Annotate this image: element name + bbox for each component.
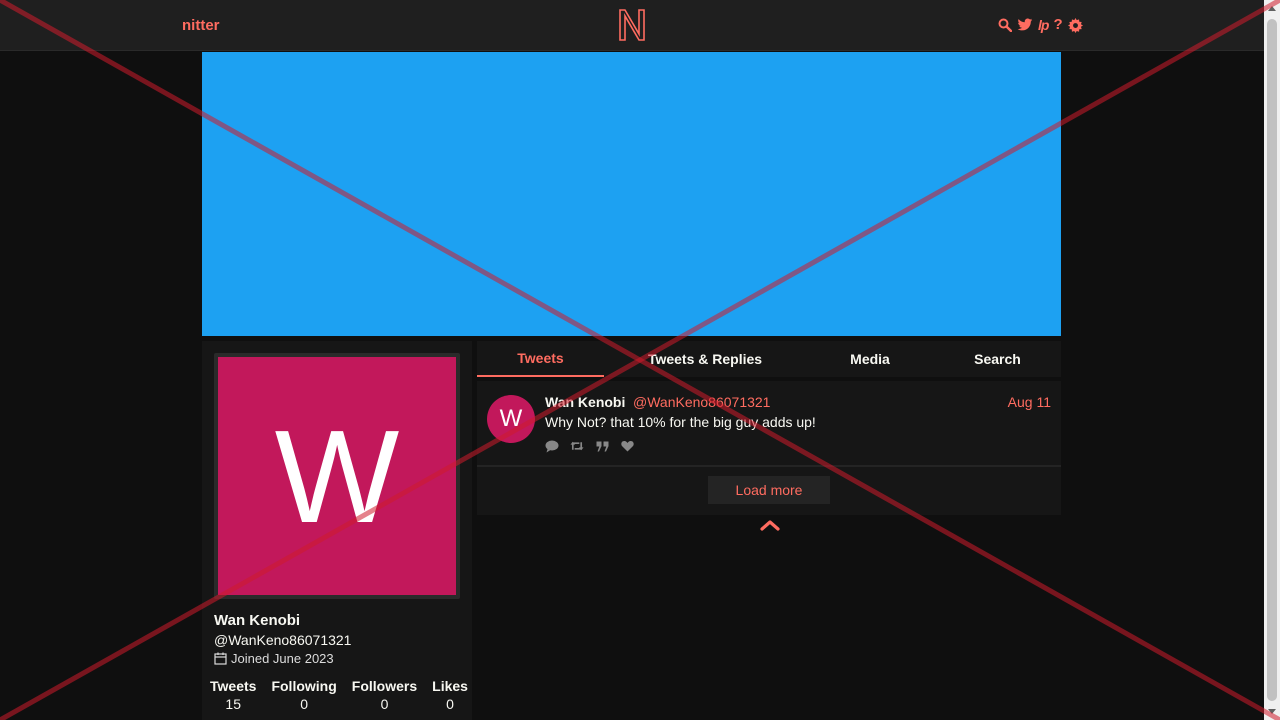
profile-avatar[interactable]: W	[218, 357, 456, 595]
tweet-date[interactable]: Aug 11	[1008, 394, 1051, 410]
stat-followers: Followers 0	[352, 678, 417, 712]
profile-stats: Tweets 15 Following 0 Followers 0 Likes …	[210, 678, 468, 712]
search-icon[interactable]	[998, 16, 1012, 34]
nitter-home-link[interactable]: nitter	[182, 17, 220, 34]
nitter-logo-icon[interactable]	[617, 8, 647, 42]
gear-icon[interactable]	[1067, 16, 1083, 34]
profile-card: W Wan Kenobi @WanKeno86071321 Joined Jun…	[202, 341, 472, 720]
profile-banner[interactable]	[202, 52, 1061, 336]
tweet-author-name[interactable]: Wan Kenobi	[545, 394, 625, 410]
profile-fullname[interactable]: Wan Kenobi	[214, 612, 300, 629]
profile-username[interactable]: @WanKeno86071321	[214, 632, 351, 648]
help-icon[interactable]: ?	[1053, 16, 1062, 34]
retweet-icon	[570, 439, 584, 453]
scroll-down-arrow-icon[interactable]	[1264, 703, 1280, 720]
stat-label: Following	[271, 678, 337, 694]
stat-following: Following 0	[271, 678, 336, 712]
scroll-up-arrow-icon[interactable]	[1264, 0, 1280, 17]
timeline-tabs: Tweets Tweets & Replies Media Search	[477, 341, 1061, 377]
calendar-icon	[214, 652, 227, 665]
tweet-item[interactable]: W Wan Kenobi @WanKeno86071321 Aug 11 Why…	[477, 381, 1061, 467]
twitter-bird-icon[interactable]	[1017, 16, 1033, 34]
stat-value: 0	[446, 696, 454, 712]
tweet-avatar[interactable]: W	[487, 395, 535, 443]
heart-icon	[620, 439, 634, 453]
navbar: nitter lp ?	[0, 0, 1264, 51]
stat-likes: Likes 0	[432, 678, 468, 712]
tweet-stats	[545, 439, 634, 453]
profile-avatar-frame[interactable]: W	[214, 353, 460, 599]
tweet-author-handle[interactable]: @WanKeno86071321	[633, 394, 770, 410]
load-more-button[interactable]: Load more	[708, 476, 830, 504]
stat-label: Tweets	[210, 678, 257, 694]
quote-icon	[595, 439, 609, 453]
nav-icons: lp ?	[998, 16, 1083, 34]
profile-joined: Joined June 2023	[214, 651, 334, 666]
load-more-container: Load more	[477, 467, 1061, 515]
scrollbar-thumb[interactable]	[1267, 19, 1277, 701]
comment-icon	[545, 439, 559, 453]
joined-date-text: Joined June 2023	[231, 651, 334, 666]
tweet-text: Why Not? that 10% for the big guy adds u…	[545, 414, 816, 430]
tab-media[interactable]: Media	[806, 341, 934, 377]
tab-tweets-replies[interactable]: Tweets & Replies	[604, 341, 806, 377]
stat-label: Followers	[351, 678, 418, 694]
stat-tweets: Tweets 15	[210, 678, 256, 712]
tab-tweets[interactable]: Tweets	[477, 341, 604, 377]
stat-value: 0	[380, 696, 389, 712]
ip-icon[interactable]: lp	[1038, 16, 1049, 34]
stat-label: Likes	[432, 678, 468, 694]
chevron-up-icon[interactable]	[760, 519, 780, 531]
stat-value: 0	[300, 696, 309, 712]
tab-search[interactable]: Search	[934, 341, 1061, 377]
stat-value: 15	[225, 696, 241, 712]
vertical-scrollbar[interactable]	[1264, 0, 1280, 720]
